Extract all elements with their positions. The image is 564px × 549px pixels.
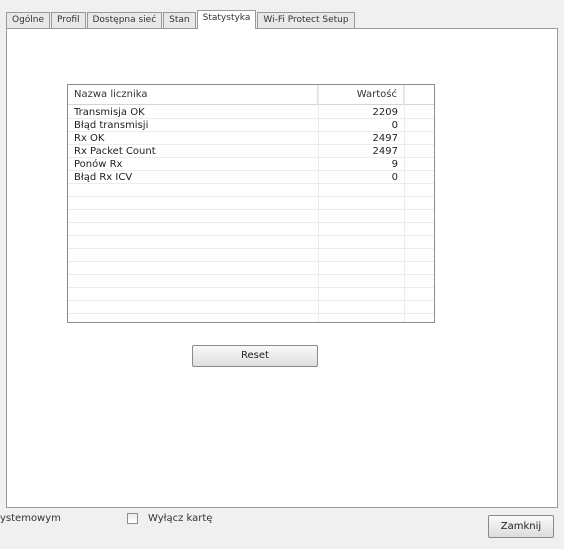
tab-strip: Ogólne Profil Dostępna sieć Stan Statyst… [6, 10, 356, 29]
close-button[interactable]: Zamknij [488, 515, 554, 538]
counter-name: Rx OK [74, 133, 105, 144]
counter-value: 9 [391, 159, 398, 170]
list-header: Nazwa licznika Wartość [68, 85, 434, 105]
tab-profile[interactable]: Profil [51, 12, 86, 28]
counter-value: 0 [391, 172, 398, 183]
statistics-list[interactable]: Nazwa licznika Wartość Transmisja OK 220… [67, 84, 435, 323]
counter-name: Rx Packet Count [74, 146, 156, 157]
statistics-panel: Nazwa licznika Wartość Transmisja OK 220… [6, 28, 558, 508]
counter-value: 2209 [372, 107, 398, 118]
counter-name: Błąd transmisji [74, 120, 149, 131]
counter-value: 0 [391, 120, 398, 131]
counter-value: 2497 [372, 146, 398, 157]
list-item[interactable]: Rx Packet Count 2497 [68, 145, 434, 158]
counter-value: 2497 [372, 133, 398, 144]
tab-wifi-protect-setup[interactable]: Wi-Fi Protect Setup [257, 12, 355, 28]
disable-card-option[interactable]: Wyłącz kartę [127, 513, 212, 524]
tab-status[interactable]: Stan [163, 12, 196, 28]
tab-statistics[interactable]: Statystyka [196, 10, 257, 29]
counter-name: Błąd Rx ICV [74, 172, 133, 183]
list-item[interactable]: Ponów Rx 9 [68, 158, 434, 171]
list-item[interactable]: Rx OK 2497 [68, 132, 434, 145]
column-header-value[interactable]: Wartość [318, 85, 404, 104]
list-item[interactable]: Błąd transmisji 0 [68, 119, 434, 132]
list-item[interactable]: Transmisja OK 2209 [68, 106, 434, 119]
tab-general[interactable]: Ogólne [6, 12, 51, 28]
reset-button[interactable]: Reset [192, 345, 318, 367]
counter-name: Transmisja OK [74, 107, 145, 118]
counter-name: Ponów Rx [74, 159, 123, 170]
list-item[interactable]: Błąd Rx ICV 0 [68, 171, 434, 184]
system-tray-option-label: ystemowym [0, 513, 61, 524]
disable-card-checkbox[interactable] [127, 513, 138, 524]
list-rows: Transmisja OK 2209 Błąd transmisji 0 Rx … [68, 106, 434, 184]
tab-available-network[interactable]: Dostępna sieć [86, 12, 163, 28]
disable-card-label: Wyłącz kartę [148, 513, 213, 524]
column-header-name[interactable]: Nazwa licznika [68, 85, 318, 104]
